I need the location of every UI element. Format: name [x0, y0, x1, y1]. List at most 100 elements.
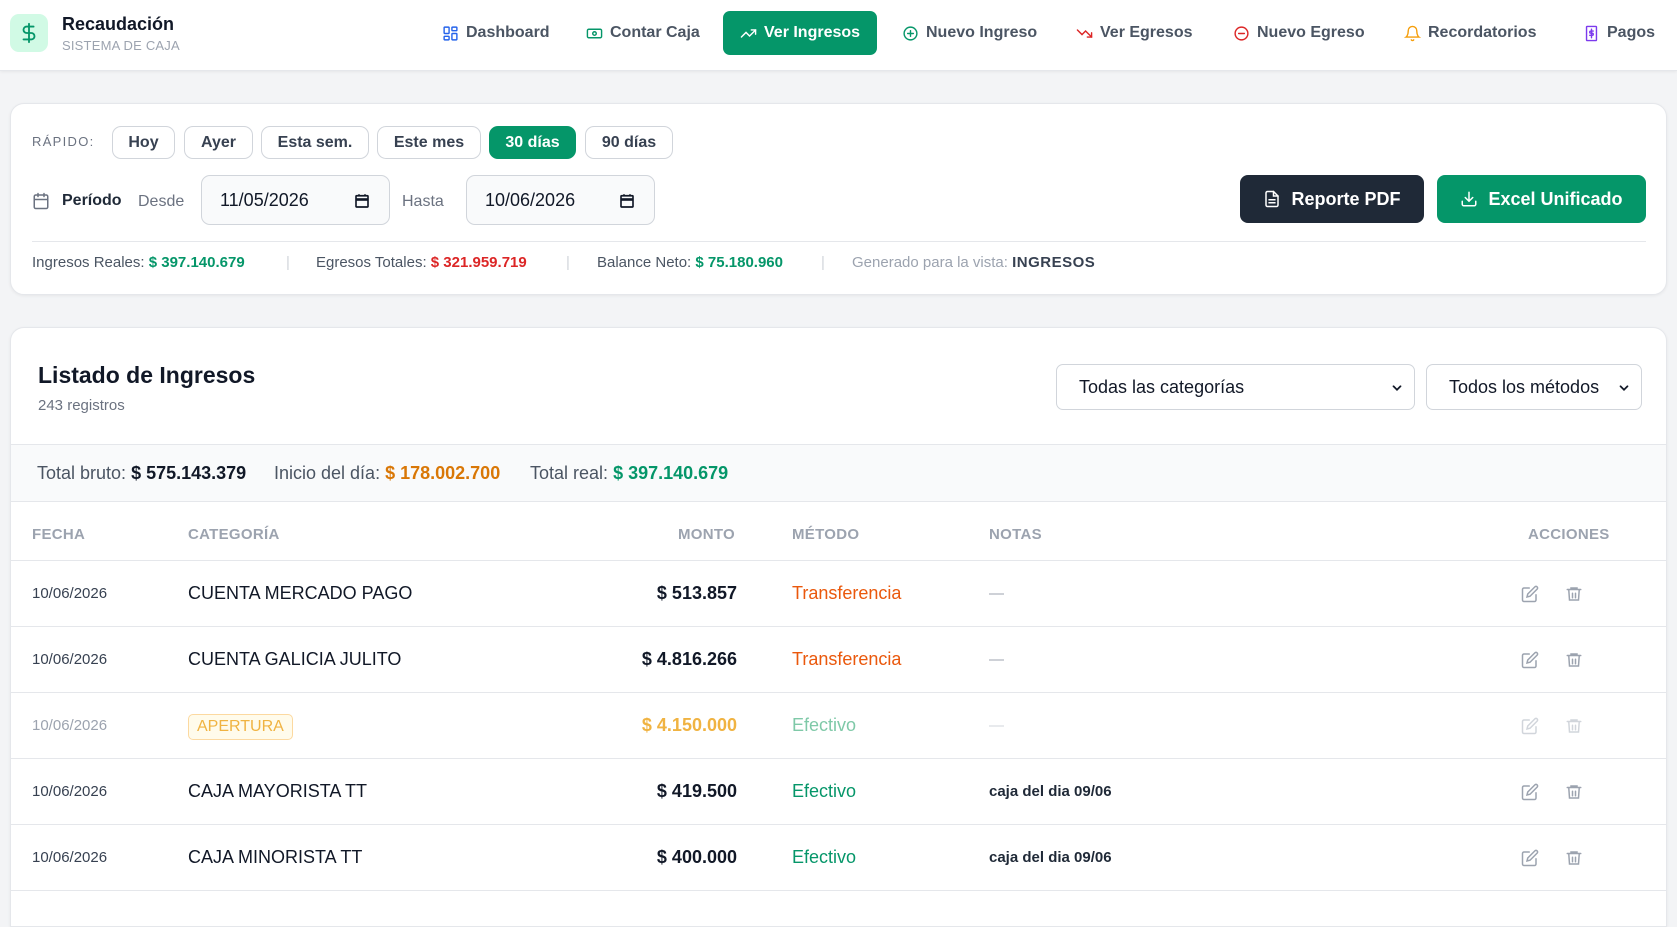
calendar-picker-icon[interactable] [618, 192, 636, 210]
table-row[interactable]: 10/06/2026 CAJA MINORISTA TT $ 400.000 E… [11, 825, 1666, 891]
edit-icon[interactable] [1521, 651, 1539, 669]
nav-contar-caja[interactable]: Contar Caja [569, 11, 717, 55]
hasta-date-value: 10/06/2026 [485, 189, 576, 210]
summary-separator: | [286, 254, 290, 271]
summary-egresos: Egresos Totales: $ 321.959.719 [316, 254, 527, 271]
nav-ver-ingresos[interactable]: Ver Ingresos [723, 11, 878, 55]
quick-esta-semana-button[interactable]: Esta sem. [261, 126, 369, 159]
column-monto[interactable]: MONTO [678, 526, 735, 543]
row-metodo: Efectivo [792, 781, 857, 801]
summary-generado-value: INGRESOS [1012, 254, 1096, 271]
bell-icon [1404, 25, 1421, 41]
total-bruto-value: $ 575.143.379 [131, 463, 247, 483]
summary-divider [32, 241, 1646, 242]
nav-dashboard-label: Dashboard [466, 24, 550, 41]
row-fecha: 10/06/2026 [32, 717, 108, 734]
quick-90-dias-button[interactable]: 90 días [585, 126, 673, 159]
summary-egresos-label: Egresos Totales: [316, 254, 427, 271]
row-notas: caja del dia 09/06 [989, 849, 1112, 866]
nav-recordatorios-label: Recordatorios [1428, 24, 1537, 41]
hasta-date-input[interactable]: 10/06/2026 [466, 175, 655, 225]
file-text-icon [1265, 190, 1280, 208]
edit-icon[interactable] [1521, 849, 1539, 867]
ingresos-list-panel: Listado de Ingresos 243 registros Todas … [10, 327, 1667, 927]
app-subtitle: SISTEMA DE CAJA [62, 38, 180, 53]
column-acciones: ACCIONES [1528, 526, 1610, 543]
download-icon [1461, 191, 1477, 207]
edit-icon[interactable] [1521, 717, 1539, 735]
summary-balance-value: $ 75.180.960 [695, 254, 783, 271]
inicio-dia: Inicio del día: $ 178.002.700 [274, 463, 500, 484]
summary-balance-label: Balance Neto: [597, 254, 692, 271]
category-select-value: Todas las categorías [1079, 376, 1245, 397]
row-notas: caja del dia 09/06 [989, 783, 1112, 800]
nav-pagos-label: Pagos [1607, 24, 1656, 41]
column-metodo[interactable]: MÉTODO [792, 526, 859, 543]
column-categoria[interactable]: CATEGORÍA [188, 526, 280, 543]
total-bruto: Total bruto: $ 575.143.379 [37, 463, 246, 484]
chevron-down-icon [1392, 385, 1402, 391]
reporte-pdf-button[interactable]: Reporte PDF [1240, 175, 1424, 223]
nav-ver-egresos[interactable]: Ver Egresos [1059, 11, 1210, 55]
summary-separator: | [821, 254, 825, 271]
trending-down-icon [1076, 28, 1093, 38]
category-select[interactable]: Todas las categorías [1056, 364, 1415, 410]
nav-nuevo-ingreso[interactable]: Nuevo Ingreso [885, 11, 1054, 55]
quick-ayer-button[interactable]: Ayer [184, 126, 253, 159]
filter-panel: RÁPIDO: Hoy Ayer Esta sem. Este mes 30 d… [10, 103, 1667, 295]
quick-30-dias-button[interactable]: 30 días [489, 126, 576, 159]
quick-hoy-button[interactable]: Hoy [112, 126, 175, 159]
summary-ingresos-value: $ 397.140.679 [148, 254, 245, 271]
row-monto: $ 419.500 [656, 781, 737, 801]
row-notas: — [989, 651, 1004, 668]
row-monto: $ 513.857 [656, 583, 737, 603]
records-count: 243 registros [38, 397, 125, 414]
hasta-label: Hasta [402, 193, 444, 210]
plus-circle-icon [903, 25, 918, 41]
nav-pagos[interactable]: Pagos [1566, 11, 1672, 55]
dashboard-icon [443, 25, 458, 41]
row-notas: — [989, 585, 1004, 602]
row-metodo: Efectivo [792, 715, 857, 735]
total-real: Total real: $ 397.140.679 [530, 463, 728, 484]
table-row[interactable]: 10/06/2026 CUENTA MERCADO PAGO $ 513.857… [11, 561, 1666, 627]
column-notas[interactable]: NOTAS [989, 526, 1042, 543]
table-row[interactable]: 10/06/2026 CUENTA GALICIA JULITO $ 4.816… [11, 627, 1666, 693]
row-fecha: 10/06/2026 [32, 783, 108, 800]
summary-egresos-value: $ 321.959.719 [430, 254, 527, 271]
quick-este-mes-button[interactable]: Este mes [377, 126, 481, 159]
nav-contar-caja-label: Contar Caja [610, 24, 700, 41]
trash-icon[interactable] [1565, 585, 1583, 603]
nav-ver-ingresos-label: Ver Ingresos [764, 24, 861, 41]
excel-unificado-button[interactable]: Excel Unificado [1437, 175, 1646, 223]
row-metodo: Efectivo [792, 847, 857, 867]
trash-icon[interactable] [1565, 783, 1583, 801]
edit-icon[interactable] [1521, 585, 1539, 603]
trash-icon[interactable] [1565, 849, 1583, 867]
app-title: Recaudación [62, 14, 175, 34]
trash-icon[interactable] [1565, 651, 1583, 669]
nav-recordatorios[interactable]: Recordatorios [1387, 11, 1553, 55]
apertura-badge: APERTURA [188, 714, 293, 740]
trash-icon[interactable] [1565, 717, 1583, 735]
summary-balance: Balance Neto: $ 75.180.960 [597, 254, 783, 271]
reporte-pdf-label: Reporte PDF [1291, 188, 1401, 209]
row-categoria: CAJA MINORISTA TT [188, 847, 363, 867]
quick-filter-label: RÁPIDO: [32, 134, 95, 149]
totals-bar: Total bruto: $ 575.143.379 Inicio del dí… [11, 444, 1666, 502]
method-select[interactable]: Todos los métodos [1426, 364, 1642, 410]
nav-nuevo-egreso[interactable]: Nuevo Egreso [1216, 11, 1382, 55]
desde-label: Desde [138, 193, 185, 210]
nav-dashboard[interactable]: Dashboard [425, 11, 567, 55]
table-row[interactable]: 10/06/2026 APERTURA $ 4.150.000 Efectivo… [11, 693, 1666, 759]
top-navbar: Recaudación SISTEMA DE CAJA Dashboard Co… [0, 0, 1677, 71]
row-categoria: CAJA MAYORISTA TT [188, 781, 368, 801]
row-metodo: Transferencia [792, 583, 902, 603]
calendar-picker-icon[interactable] [353, 192, 371, 210]
edit-icon[interactable] [1521, 783, 1539, 801]
table-row[interactable]: 10/06/2026 CAJA MAYORISTA TT $ 419.500 E… [11, 759, 1666, 825]
row-monto: $ 400.000 [656, 847, 737, 867]
desde-date-input[interactable]: 11/05/2026 [201, 175, 390, 225]
minus-circle-icon [1234, 25, 1249, 41]
column-fecha[interactable]: FECHA [32, 526, 85, 543]
